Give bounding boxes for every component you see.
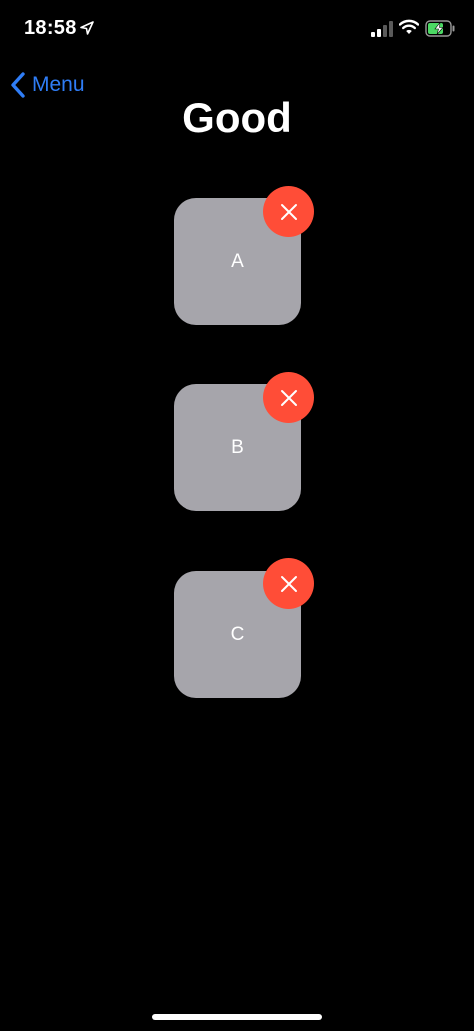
battery-charging-icon xyxy=(425,20,455,37)
tile-label: B xyxy=(231,436,244,458)
delete-tile-c-button[interactable] xyxy=(263,558,314,609)
app-screen: 18:58 Menu Good A B C xyxy=(0,0,474,1031)
close-icon xyxy=(280,389,297,406)
cellular-signal-icon xyxy=(371,21,393,37)
location-arrow-icon xyxy=(80,21,94,35)
status-bar: 18:58 xyxy=(0,0,474,60)
home-indicator[interactable] xyxy=(152,1014,322,1020)
delete-tile-b-button[interactable] xyxy=(263,372,314,423)
status-time: 18:58 xyxy=(24,17,77,39)
delete-tile-a-button[interactable] xyxy=(263,186,314,237)
page-title: Good xyxy=(182,94,292,141)
tile-label: C xyxy=(230,623,245,645)
wifi-icon xyxy=(399,19,419,34)
tile-label: A xyxy=(231,250,244,272)
close-icon xyxy=(280,203,297,220)
close-icon xyxy=(280,575,297,592)
